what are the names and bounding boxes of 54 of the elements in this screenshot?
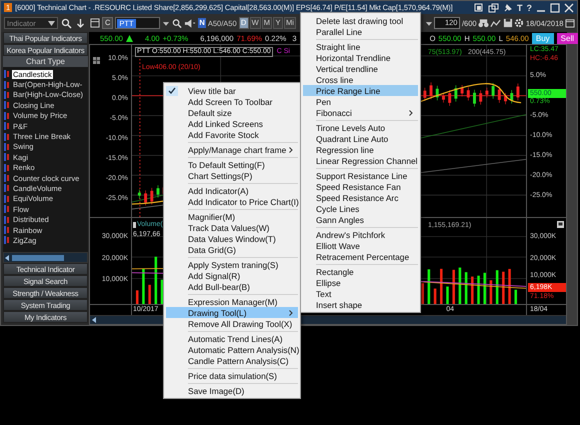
menu-item[interactable]: Rectangle [303,266,418,277]
menu-item[interactable]: Horizontal Trendline [303,52,418,63]
menu-item[interactable]: Gann Angles [303,214,418,225]
menu-item[interactable]: Expression Manager(M) [166,296,298,307]
menu-item[interactable]: Apply System traning(S) [166,259,298,270]
menu-item[interactable]: To Default Setting(F) [166,159,298,170]
menu-item[interactable]: Add Screen To Toolbar [166,96,298,107]
title-bar-button[interactable]: T [517,2,522,12]
menu-item[interactable]: Magnifier(M) [166,211,298,222]
menu-item[interactable]: Candle Pattern Analysis(C) [166,355,298,366]
menu-item[interactable]: Vertical trendline [303,63,418,74]
menu-item[interactable]: Support Resistance Line [303,170,418,181]
menu-item[interactable]: Data Values Window(T) [166,233,298,244]
menu-item[interactable]: Andrew's Pitchfork [303,229,418,240]
menu-item[interactable]: Pen [303,96,418,107]
menu-item[interactable]: Add Linked Screens [166,118,298,129]
menu-item[interactable]: Add Indicator(A) [166,185,298,196]
menu-item[interactable]: Parallel Line [303,26,418,37]
menu-item[interactable]: Regression line [303,144,418,155]
menu-item[interactable]: Price data simulation(S) [166,370,298,381]
menu-item[interactable]: Insert shape [303,299,418,310]
menu-item[interactable]: Ellipse [303,277,418,288]
menu-item[interactable]: Cycle Lines [303,203,418,214]
menu-item[interactable]: View title bar [166,85,298,96]
menu-item[interactable]: Speed Resistance Fan [303,181,418,192]
menu-item[interactable]: Add Indicator to Price Chart(I) [166,196,298,207]
menu-item[interactable]: Fibonacci [303,107,418,118]
sell-button[interactable]: Sell [556,32,578,44]
menu-item[interactable]: Default size [166,107,298,118]
menu-item[interactable]: Linear Regression Channel [303,155,418,166]
menu-item[interactable]: Add Bull-bear(B) [166,281,298,292]
section-header[interactable]: Chart Type [3,56,88,67]
menu-item[interactable]: Speed Resistance Arc [303,192,418,203]
menu-item[interactable]: Apply/Manage chart frame [166,144,298,155]
title-bar-button[interactable]: ? [526,2,532,12]
menu-item[interactable]: Automatic Pattern Analysis(N) [166,344,298,355]
menu-item[interactable]: Automatic Trend Lines(A) [166,333,298,344]
menu-item[interactable]: Track Data Values(W) [166,222,298,233]
menu-item[interactable]: Tirone Levels Auto [303,122,418,133]
menu-item[interactable]: Elliott Wave [303,240,418,251]
menu-item[interactable]: Save Image(D) [166,385,298,396]
menu-item[interactable]: Chart Settings(P) [166,170,298,181]
menu-item[interactable]: Data Grid(G) [166,244,298,255]
menu-item[interactable]: Add Signal(R) [166,270,298,281]
menu-item[interactable]: Price Range Line [303,85,418,96]
menu-item[interactable]: Retracement Percentage [303,251,418,262]
menu-item[interactable]: Cross line [303,74,418,85]
menu-item[interactable]: Drawing Tool(L) [166,307,298,318]
menu-item[interactable]: Add Favorite Stock [166,129,298,140]
menu-item[interactable]: Delete last drawing tool [303,15,418,26]
menu-item[interactable]: Quadrant Line Auto [303,133,418,144]
menu-item[interactable]: Straight line [303,41,418,52]
menu-item[interactable]: Text [303,288,418,299]
menu-item[interactable]: Remove All Drawing Tool(X) [166,318,298,329]
